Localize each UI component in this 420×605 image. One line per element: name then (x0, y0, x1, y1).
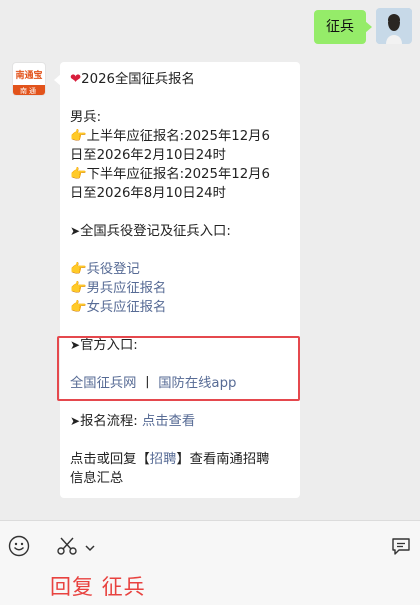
reply-hint: 回复 征兵 (50, 575, 146, 599)
link-female-enlistment[interactable]: 女兵应征报名 (87, 300, 167, 315)
footer-line: 点击或回复【招聘】查看南通招聘 (70, 450, 290, 469)
emoji-icon[interactable] (8, 535, 30, 557)
message-title-line: ❤2026全国征兵报名 (70, 70, 290, 89)
pointing-hand-icon: 👉 (70, 262, 87, 277)
footer-prefix: 点击或回复【 (70, 452, 150, 467)
first-half-text: 上半年应征报名:2025年12月6 (86, 129, 270, 144)
second-half-text: 下半年应征报名:2025年12月6 (86, 167, 270, 182)
second-half-line: 👉下半年应征报名:2025年12月6 (70, 165, 290, 184)
link-line-3: 👉女兵应征报名 (70, 298, 290, 317)
bot-avatar-logo-sub: 南通 (13, 85, 45, 95)
arrow-right-icon: ➤ (70, 338, 81, 352)
link-line-1: 👉兵役登记 (70, 260, 290, 279)
link-separator: 丨 (140, 376, 155, 391)
link-recruitment[interactable]: 招聘 (150, 452, 177, 467)
pointing-hand-icon: 👉 (70, 129, 87, 144)
official-heading-line: ➤官方入口: (70, 336, 290, 355)
first-half-line: 👉上半年应征报名:2025年12月6 (70, 127, 290, 146)
process-label: 报名流程: (80, 414, 138, 429)
bot-avatar-logo-text: 南通宝 (15, 70, 43, 81)
link-line-2: 👉男兵应征报名 (70, 279, 290, 298)
footer-line-2: 信息汇总 (70, 471, 124, 486)
process-line: ➤报名流程: 点击查看 (70, 412, 290, 431)
arrow-right-icon: ➤ (70, 414, 81, 428)
user-avatar[interactable] (376, 8, 412, 44)
second-half-text-2: 日至2026年8月10日24时 (70, 186, 226, 201)
link-military-registration[interactable]: 兵役登记 (87, 262, 140, 277)
official-links-line: 全国征兵网 丨 国防在线app (70, 374, 290, 393)
pointing-hand-icon: 👉 (70, 300, 87, 315)
input-toolbar: 回复 征兵 (0, 520, 420, 605)
incoming-bubble: ❤2026全国征兵报名 男兵: 👉上半年应征报名:2025年12月6 日至202… (54, 62, 300, 498)
outgoing-message: 征兵 (314, 8, 412, 44)
pointing-hand-icon: 👉 (70, 281, 87, 296)
link-national-conscription-site[interactable]: 全国征兵网 (70, 376, 136, 391)
pointing-hand-icon: 👉 (70, 167, 87, 182)
outgoing-bubble[interactable]: 征兵 (314, 10, 372, 44)
registry-heading-line: ➤全国兵役登记及征兵入口: (70, 222, 290, 241)
link-national-defense-app[interactable]: 国防在线app (158, 376, 236, 391)
chat-bubble-icon[interactable] (390, 535, 412, 557)
first-half-text-2: 日至2026年2月10日24时 (70, 148, 226, 163)
chevron-down-icon[interactable] (84, 539, 96, 552)
heart-icon: ❤ (70, 72, 82, 87)
male-heading: 男兵: (70, 110, 102, 125)
scissors-icon[interactable] (56, 535, 78, 557)
message-title: 2026全国征兵报名 (81, 72, 195, 87)
official-heading: 官方入口: (80, 338, 138, 353)
footer-suffix: 】查看南通招聘 (176, 452, 270, 467)
registry-heading: 全国兵役登记及征兵入口: (80, 224, 231, 239)
arrow-right-icon: ➤ (70, 224, 81, 238)
link-view-process[interactable]: 点击查看 (142, 414, 195, 429)
link-male-enlistment[interactable]: 男兵应征报名 (87, 281, 167, 296)
bot-avatar[interactable]: 南通宝 南通 (12, 62, 46, 96)
